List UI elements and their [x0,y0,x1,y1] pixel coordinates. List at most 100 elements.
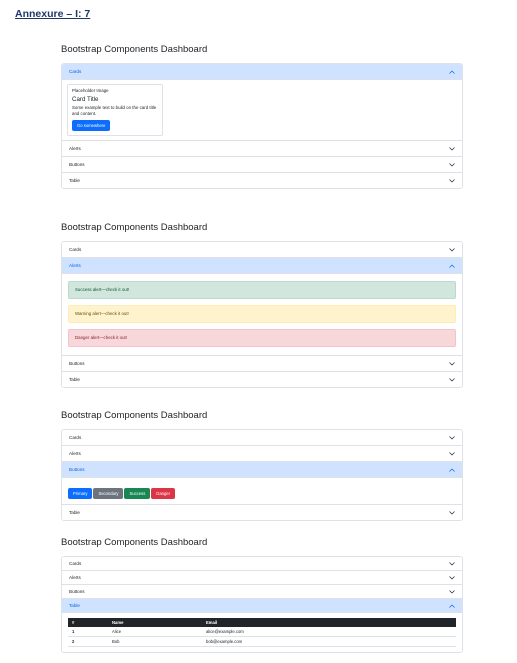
accordion-header-alerts[interactable]: Alerts [62,570,462,584]
accordion-label: Buttons [69,361,85,366]
accordion-item-table: Table [62,371,462,387]
chevron-down-icon [449,146,455,150]
chevron-down-icon [449,377,455,381]
column-header: # [68,618,108,627]
success-alert: Success alert—check it out! [68,281,456,299]
accordion-label: Alerts [69,451,81,456]
secondary-button[interactable]: Secondary [93,488,124,499]
dashboard-panel-alerts: Bootstrap Components Dashboard Cards Ale… [61,222,463,388]
accordion-label: Buttons [69,467,85,472]
table-cell: bob@example.com [202,636,456,647]
accordion-item-alerts: Alerts Success alert—check it out! Warni… [62,257,462,355]
chevron-up-icon [449,604,455,608]
chevron-down-icon [449,510,455,514]
accordion-label: Cards [69,247,82,252]
accordion-header-table[interactable]: Table [62,371,462,387]
annexure-heading: Annexure – I: 7 [15,8,91,20]
accordion-header-alerts[interactable]: Alerts [62,140,462,156]
accordion-item-alerts: Alerts [62,445,462,461]
accordion-label: Table [69,178,80,183]
accordion-label: Cards [69,435,82,440]
accordion-header-buttons[interactable]: Buttons [62,156,462,172]
data-table: # Name Email 1 Alice alice@example.com 2 [68,618,456,647]
accordion-body-alerts: Success alert—check it out! Warning aler… [62,273,462,355]
table-cell: 2 [68,636,108,647]
primary-button[interactable]: Primary [68,488,93,499]
dashboard-panel-buttons: Bootstrap Components Dashboard Cards Ale… [61,410,463,521]
table-cell: 1 [68,627,108,637]
accordion-item-table: Table [62,504,462,520]
accordion-header-table[interactable]: Table [62,598,462,612]
accordion-label: Cards [69,69,82,74]
accordion-label: Table [69,510,80,515]
chevron-down-icon [449,247,455,251]
accordion-item-table: Table [62,172,462,188]
accordion-label: Table [69,377,80,382]
accordion-header-alerts[interactable]: Alerts [62,257,462,273]
go-somewhere-button[interactable]: Go somewhere [72,120,111,131]
accordion-item-cards: Cards [62,430,462,445]
accordion: Cards Alerts Success alert—check it out!… [61,241,463,388]
card-text: Some example text to build on the card t… [72,105,157,116]
accordion-header-buttons[interactable]: Buttons [62,355,462,371]
column-header: Email [202,618,456,627]
chevron-up-icon [449,264,455,268]
accordion-item-table: Table # Name Email 1 Alice alice@example… [62,598,462,652]
page-title: Bootstrap Components Dashboard [61,410,208,421]
accordion-header-cards[interactable]: Cards [62,430,462,445]
accordion-header-buttons[interactable]: Buttons [62,584,462,598]
accordion-item-buttons: Buttons [62,156,462,172]
table-header-row: # Name Email [68,618,456,627]
accordion-header-buttons[interactable]: Buttons [62,461,462,477]
chevron-down-icon [449,575,455,579]
accordion-body-table: # Name Email 1 Alice alice@example.com 2 [62,612,462,652]
accordion-label: Alerts [69,263,81,268]
accordion-body-buttons: Primary Secondary Success Danger [62,477,462,504]
accordion-label: Table [69,603,80,608]
accordion-item-buttons: Buttons Primary Secondary Success Danger [62,461,462,504]
accordion: Cards Alerts Buttons Primary Secondary Suc… [61,429,463,521]
accordion: Cards Placeholder Image Card Title Some … [61,63,463,189]
chevron-up-icon [449,468,455,472]
accordion-header-cards[interactable]: Cards [62,242,462,257]
danger-button[interactable]: Danger [151,488,176,499]
page-title: Bootstrap Components Dashboard [61,222,208,233]
accordion-item-buttons: Buttons [62,584,462,598]
card-image-placeholder: Placeholder Image [72,88,109,93]
warning-alert: Warning alert—check it out! [68,305,456,323]
column-header: Name [108,618,202,627]
accordion-item-buttons: Buttons [62,355,462,371]
chevron-down-icon [449,361,455,365]
table-row: 2 Bob bob@example.com [68,636,456,647]
chevron-down-icon [449,435,455,439]
success-button[interactable]: Success [124,488,151,499]
accordion-item-alerts: Alerts [62,570,462,584]
accordion-header-table[interactable]: Table [62,172,462,188]
chevron-down-icon [449,589,455,593]
card-title: Card Title [72,96,99,103]
accordion-header-cards[interactable]: Cards [62,557,462,570]
table-cell: Alice [108,627,202,637]
chevron-down-icon [449,451,455,455]
accordion-item-alerts: Alerts [62,140,462,156]
accordion-label: Cards [69,561,82,566]
table-cell: Bob [108,636,202,647]
dashboard-panel-table: Bootstrap Components Dashboard Cards Ale… [61,537,463,653]
accordion-label: Buttons [69,162,85,167]
accordion-header-alerts[interactable]: Alerts [62,445,462,461]
accordion-header-table[interactable]: Table [62,504,462,520]
chevron-down-icon [449,561,455,565]
accordion-item-cards: Cards [62,242,462,257]
chevron-up-icon [449,70,455,74]
accordion-label: Alerts [69,146,81,151]
accordion-header-cards[interactable]: Cards [62,64,462,79]
card: Placeholder Image Card Title Some exampl… [67,84,163,136]
accordion-item-cards: Cards [62,557,462,570]
accordion-item-cards: Cards Placeholder Image Card Title Some … [62,64,462,140]
accordion: Cards Alerts Buttons Table # Name Email … [61,556,463,653]
page-title: Bootstrap Components Dashboard [61,537,208,548]
accordion-label: Alerts [69,575,81,580]
page-title: Bootstrap Components Dashboard [61,44,208,55]
danger-alert: Danger alert—check it out! [68,329,456,347]
chevron-down-icon [449,162,455,166]
